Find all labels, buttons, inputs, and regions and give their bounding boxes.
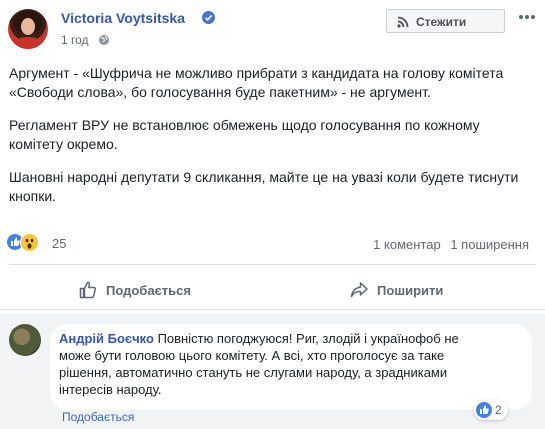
comment-like-badge[interactable]: 2 (474, 400, 508, 420)
post-paragraph: Шановні народні депутати 9 скликання, ма… (9, 169, 519, 204)
divider (9, 264, 536, 265)
thumbs-up-icon (79, 281, 97, 299)
thumbs-up-icon (476, 402, 492, 418)
post-header: Victoria Voytsitska 1 год Стежити (0, 0, 545, 58)
post-paragraph: Аргумент - «Шуфрича не можливо прибрати … (9, 65, 504, 100)
verified-icon (202, 11, 215, 24)
comments-section: Андрій Боєчко Повністю погоджуюся! Риг, … (0, 314, 545, 429)
comment-content: Андрій Боєчко Повністю погоджуюся! Риг, … (59, 330, 479, 398)
commenter-name[interactable]: Андрій Боєчко (59, 331, 154, 346)
share-arrow-icon (350, 282, 368, 298)
globe-icon (99, 35, 109, 45)
share-button[interactable]: Поширити (349, 272, 459, 308)
post-paragraph: Регламент ВРУ не встановлює обмежень щод… (9, 117, 480, 152)
comment-like-count: 2 (495, 403, 502, 417)
share-label: Поширити (377, 283, 444, 298)
post-body: Аргумент - «Шуфрича не можливо прибрати … (9, 64, 529, 220)
divider (0, 309, 545, 310)
like-button[interactable]: Подобається (78, 272, 208, 308)
author-name[interactable]: Victoria Voytsitska (61, 10, 185, 26)
reaction-count: 25 (52, 236, 67, 251)
comments-count-link[interactable]: 1 коментар (373, 237, 441, 252)
comment-like-link[interactable]: Подобається (62, 410, 134, 424)
rss-icon (397, 16, 409, 28)
follow-button[interactable]: Стежити (386, 9, 505, 33)
author-avatar[interactable] (8, 9, 48, 49)
commenter-avatar[interactable] (9, 324, 41, 356)
post-timestamp[interactable]: 1 год (61, 33, 89, 47)
like-label: Подобається (106, 283, 191, 298)
wow-reaction-icon (20, 233, 39, 252)
post-stats: 1 коментар 1 поширення (367, 237, 529, 252)
follow-label: Стежити (416, 15, 467, 29)
more-icon[interactable] (517, 9, 537, 25)
post-action-bar: Подобається Поширити (0, 272, 545, 308)
comment-actions: Подобається (62, 410, 134, 424)
shares-count-link[interactable]: 1 поширення (450, 237, 529, 252)
